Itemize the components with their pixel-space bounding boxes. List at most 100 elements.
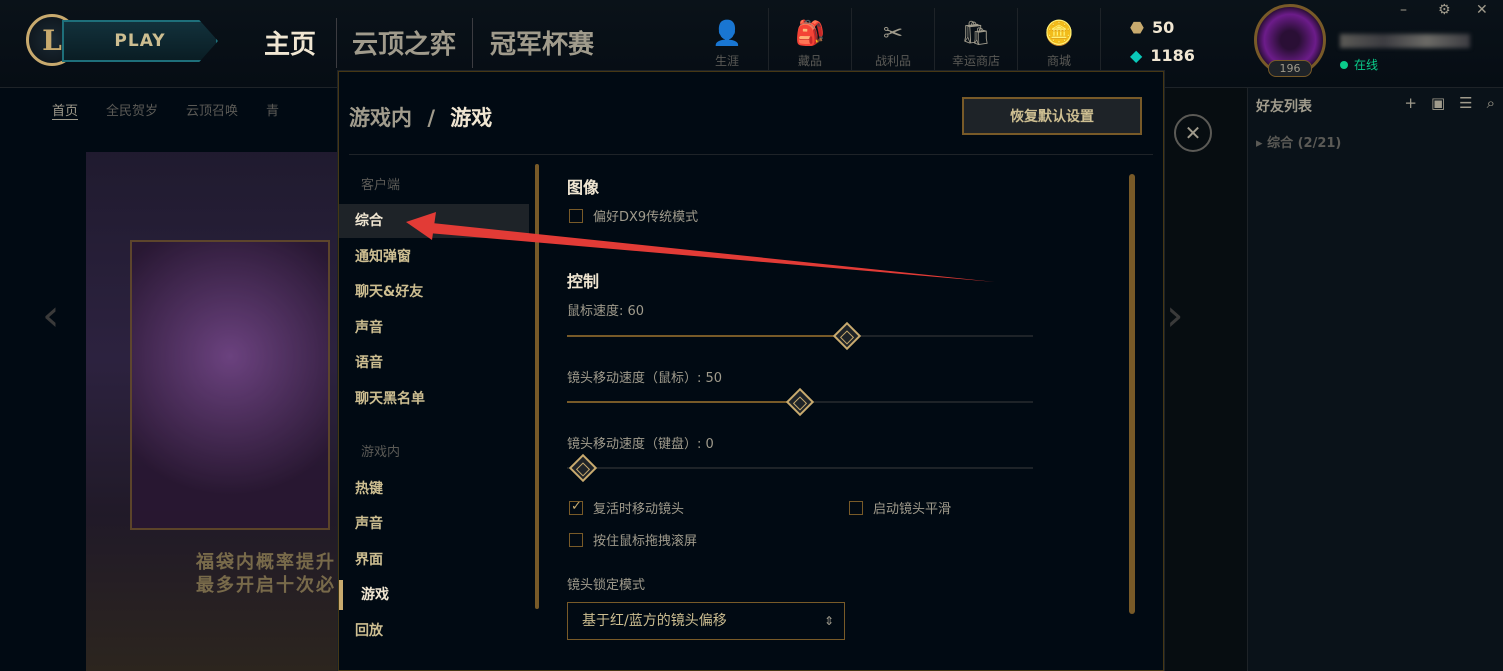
minimize-icon[interactable]: – <box>1400 2 1407 18</box>
nav-lucky-shop[interactable]: 🛍 幸运商店 <box>935 8 1018 78</box>
nav-icon-group: 👤 生涯 🎒 藏品 ✂ 战利品 🛍 幸运商店 🪙 商城 <box>686 8 1101 78</box>
list-view-icon[interactable]: ☰ <box>1459 94 1472 112</box>
slider-thumb[interactable] <box>785 387 815 417</box>
content-scrollbar[interactable] <box>1129 174 1135 614</box>
nav-clash[interactable]: 冠军杯赛 <box>490 24 594 61</box>
promo-text-2: 最多开启十次必 <box>196 575 336 596</box>
nav-lucky-shop-label: 幸运商店 <box>951 53 1000 68</box>
subnav-home[interactable]: 首页 <box>52 100 79 120</box>
sidebar-item-chat-blocklist[interactable]: 聊天黑名单 <box>339 382 529 416</box>
nav-store[interactable]: 🪙 商城 <box>1018 8 1101 78</box>
friends-title: 好友列表 <box>1256 99 1312 115</box>
settings-content: 图像 偏好DX9传统模式 控制 鼠标速度: 60 镜头移动速度（鼠标）: 50 … <box>567 164 1127 671</box>
banner-next-icon[interactable]: › <box>1166 290 1184 341</box>
select-value: 基于红/蓝方的镜头偏移 <box>582 613 727 629</box>
nav-loot[interactable]: ✂ 战利品 <box>852 8 935 78</box>
checkbox-label: 复活时移动镜头 <box>593 502 685 517</box>
nav-profile[interactable]: 👤 生涯 <box>686 8 769 78</box>
nav-store-label: 商城 <box>1046 53 1071 68</box>
checkbox-box[interactable] <box>569 499 583 515</box>
status-text: 在线 <box>1354 58 1379 72</box>
blue-essence: ◆ 1186 <box>1130 46 1195 65</box>
camera-lock-mode-select[interactable]: 基于红/蓝方的镜头偏移 ⇕ <box>567 602 845 640</box>
nav-tft[interactable]: 云顶之弈 <box>352 24 456 61</box>
profile-icon: 👤 <box>712 18 742 47</box>
orange-essence-icon: ⬣ <box>1130 18 1144 37</box>
play-button[interactable]: PLAY <box>62 20 218 62</box>
camera-mouse-speed-label: 镜头移动速度（鼠标）: 50 <box>567 371 723 386</box>
smooth-camera-checkbox[interactable]: 启动镜头平滑 <box>849 498 951 517</box>
store-icon: 🪙 <box>1044 18 1074 47</box>
add-folder-icon[interactable]: ▣ <box>1431 94 1445 112</box>
add-friend-icon[interactable]: + <box>1404 94 1417 112</box>
settings-gear-icon[interactable]: ⚙ <box>1438 2 1451 18</box>
subnav-event[interactable]: 全民贺岁 <box>106 100 158 120</box>
slider-fill <box>567 335 847 337</box>
sidebar-scrollbar[interactable] <box>535 164 539 609</box>
loot-icon: ✂ <box>882 18 904 47</box>
search-icon[interactable]: ⌕ <box>1487 94 1495 112</box>
checkbox-box[interactable] <box>849 500 863 515</box>
friends-panel: 好友列表 + ▣ ☰ ⌕ ▸ 综合 (2/21) <box>1247 88 1503 671</box>
sidebar-item-hotkeys[interactable]: 热键 <box>339 472 529 506</box>
breadcrumb-parent: 游戏内 <box>349 106 412 130</box>
sidebar-item-replays[interactable]: 回放 <box>339 614 529 648</box>
checkbox-label: 按住鼠标拖拽滚屏 <box>593 534 698 549</box>
chevron-right-icon: ▸ <box>1256 136 1268 151</box>
lucky-shop-icon: 🛍 <box>960 18 992 47</box>
checkbox-label: 偏好DX9传统模式 <box>593 210 699 225</box>
mouse-speed-label: 鼠标速度: 60 <box>567 304 645 319</box>
nav-divider <box>472 18 473 68</box>
chevron-updown-icon: ⇕ <box>823 614 834 628</box>
close-settings-button[interactable]: ✕ <box>1174 114 1212 152</box>
sidebar-item-sound[interactable]: 声音 <box>339 311 529 345</box>
sidebar-header-ingame: 游戏内 <box>361 445 401 460</box>
status-dot <box>1340 61 1348 69</box>
summoner-name-blurred <box>1340 34 1470 48</box>
nav-collection-label: 藏品 <box>797 53 822 68</box>
reset-defaults-button[interactable]: 恢复默认设置 <box>962 97 1142 135</box>
checkbox-box[interactable] <box>569 532 583 547</box>
settings-modal: 游戏内 / 游戏 恢复默认设置 客户端 综合 通知弹窗 聊天&好友 声音 语音 … <box>338 71 1164 671</box>
collection-icon: 🎒 <box>795 18 825 47</box>
nav-profile-label: 生涯 <box>714 53 739 68</box>
sidebar-item-interface[interactable]: 界面 <box>339 543 529 577</box>
sidebar-item-voice[interactable]: 语音 <box>339 346 529 380</box>
level-badge: 196 <box>1268 60 1312 77</box>
camera-lock-mode-label: 镜头锁定模式 <box>567 578 646 593</box>
sidebar-item-ingame-sound[interactable]: 声音 <box>339 507 529 541</box>
blue-essence-icon: ◆ <box>1130 46 1143 65</box>
friends-group-label: 综合 (2/21) <box>1267 136 1342 151</box>
checkbox-box[interactable] <box>569 208 583 223</box>
friends-group[interactable]: ▸ 综合 (2/21) <box>1256 132 1341 151</box>
sidebar-item-game[interactable]: 游戏 <box>339 578 529 612</box>
background-shade <box>1165 88 1247 671</box>
nav-home[interactable]: 主页 <box>264 24 316 61</box>
dx9-legacy-checkbox[interactable]: 偏好DX9传统模式 <box>569 206 698 225</box>
page-title: 游戏内 / 游戏 <box>349 102 492 132</box>
banner-prev-icon[interactable]: ‹ <box>42 290 60 341</box>
sidebar-item-notifications[interactable]: 通知弹窗 <box>339 240 529 274</box>
divider <box>349 154 1153 155</box>
slider-thumb[interactable] <box>832 321 862 351</box>
nav-collection[interactable]: 🎒 藏品 <box>769 8 852 78</box>
camera-mouse-speed-slider[interactable] <box>567 387 1033 417</box>
mouse-speed-slider[interactable] <box>567 321 1033 351</box>
camera-keyboard-speed-label: 镜头移动速度（键盘）: 0 <box>567 437 714 452</box>
slider-thumb[interactable] <box>568 453 598 483</box>
breadcrumb-separator: / <box>427 106 435 130</box>
close-window-icon[interactable]: ✕ <box>1476 2 1488 18</box>
home-subnav: 首页 全民贺岁 云顶召唤 青 <box>52 100 279 120</box>
sidebar-item-chat-friends[interactable]: 聊天&好友 <box>339 275 529 309</box>
orange-essence: ⬣ 50 <box>1130 18 1174 37</box>
subnav-tft[interactable]: 云顶召唤 <box>186 100 238 120</box>
camera-keyboard-speed-slider[interactable] <box>567 453 1033 483</box>
blue-essence-value: 1186 <box>1150 46 1195 65</box>
nav-divider <box>336 18 337 68</box>
sidebar-item-general[interactable]: 综合 <box>339 204 529 238</box>
slider-fill <box>567 401 800 403</box>
subnav-more[interactable]: 青 <box>266 100 279 120</box>
drag-scroll-checkbox[interactable]: 按住鼠标拖拽滚屏 <box>569 530 697 549</box>
respawn-move-camera-checkbox[interactable]: 复活时移动镜头 <box>569 498 684 517</box>
friends-actions: + ▣ ☰ ⌕ <box>1404 94 1495 112</box>
